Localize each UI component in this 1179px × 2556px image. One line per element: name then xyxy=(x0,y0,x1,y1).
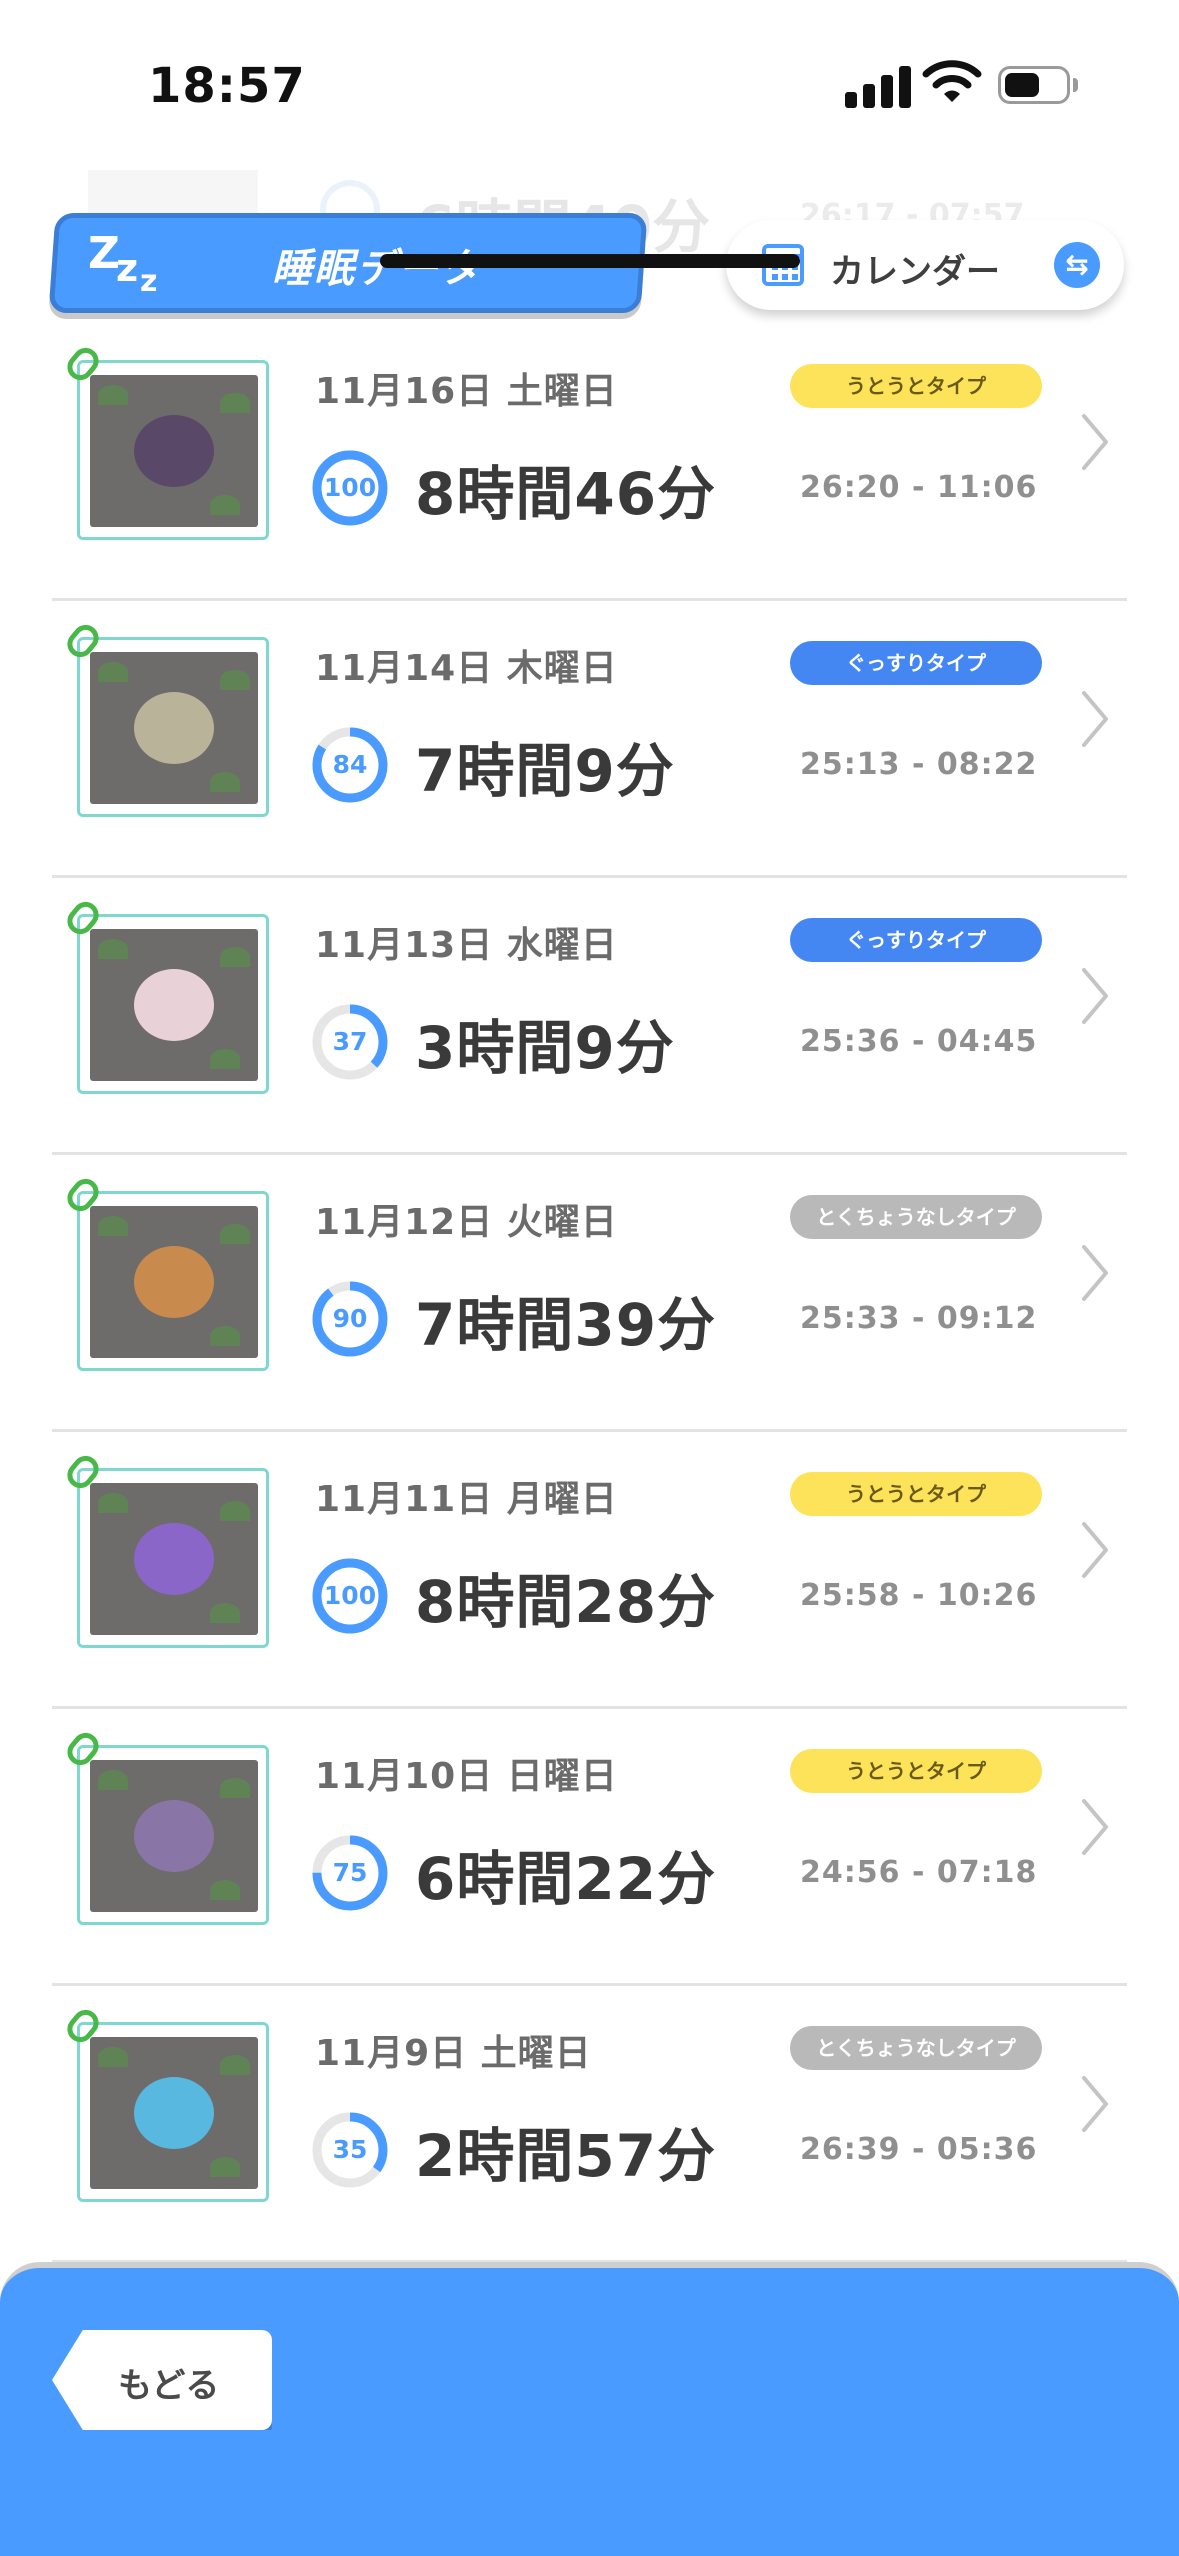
bottom-bar: もどる xyxy=(0,2262,1179,2556)
sleep-score-ring: 37 xyxy=(310,1002,390,1082)
sleep-type-badge: とくちょうなしタイプ xyxy=(790,1195,1042,1239)
sleep-type-badge: うとうとタイプ xyxy=(790,1749,1042,1793)
sleep-thumbnail xyxy=(62,619,269,817)
sleep-time-range: 24:56 - 07:18 xyxy=(800,1855,1038,1890)
status-time: 18:57 xyxy=(148,58,306,114)
chevron-right-icon xyxy=(1082,414,1108,470)
sleep-snapshot-image xyxy=(90,375,258,527)
chevron-right-icon xyxy=(1082,691,1108,747)
sleep-record-row[interactable]: 11月14日 木曜日 84 7時間9分 ぐっすりタイプ 25:13 - 08:2… xyxy=(0,601,1179,878)
sleep-score-ring: 90 xyxy=(310,1279,390,1359)
sleep-time-range: 25:36 - 04:45 xyxy=(800,1024,1038,1059)
back-button-label: もどる xyxy=(118,2366,220,2406)
sleep-duration: 8時間46分 xyxy=(415,460,717,528)
chevron-right-icon xyxy=(1082,1522,1108,1578)
sleep-type-badge: とくちょうなしタイプ xyxy=(790,2026,1042,2070)
sleep-snapshot-image xyxy=(90,1760,258,1912)
sleep-snapshot-image xyxy=(90,652,258,804)
sleep-score: 37 xyxy=(332,1027,368,1056)
sleep-thumbnail xyxy=(62,1173,269,1371)
sleep-time-range: 25:33 - 09:12 xyxy=(800,1301,1038,1336)
sleep-score-ring: 75 xyxy=(310,1833,390,1913)
record-date: 11月13日 水曜日 xyxy=(315,925,618,966)
sleep-time-range: 25:58 - 10:26 xyxy=(800,1578,1038,1613)
sleep-record-row[interactable]: 11月12日 火曜日 90 7時間39分 とくちょうなしタイプ 25:33 - … xyxy=(0,1155,1179,1432)
record-date: 11月11日 月曜日 xyxy=(315,1479,618,1520)
cellular-signal-icon xyxy=(845,62,925,108)
sleep-score: 100 xyxy=(323,473,377,502)
sleep-snapshot-image xyxy=(90,1483,258,1635)
sleep-type-badge: うとうとタイプ xyxy=(790,364,1042,408)
sleep-score: 35 xyxy=(332,2135,368,2164)
sleep-type-badge: うとうとタイプ xyxy=(790,1472,1042,1516)
sleep-type-badge: ぐっすりタイプ xyxy=(790,641,1042,685)
sleep-thumbnail xyxy=(62,896,269,1094)
sleep-thumbnail xyxy=(62,2004,269,2202)
sleep-time-range: 26:20 - 11:06 xyxy=(800,470,1038,505)
sleep-record-row[interactable]: 11月10日 日曜日 75 6時間22分 うとうとタイプ 24:56 - 07:… xyxy=(0,1709,1179,1986)
sleep-score: 90 xyxy=(332,1304,368,1333)
chevron-right-icon xyxy=(1082,1245,1108,1301)
sleep-record-row[interactable]: 11月11日 月曜日 100 8時間28分 うとうとタイプ 25:58 - 10… xyxy=(0,1432,1179,1709)
battery-icon xyxy=(998,66,1070,104)
status-bar: 18:57 xyxy=(0,0,1179,170)
sleep-score-ring: 100 xyxy=(310,448,390,528)
sleep-score-ring: 35 xyxy=(310,2110,390,2190)
sleep-type-badge: ぐっすりタイプ xyxy=(790,918,1042,962)
home-indicator[interactable] xyxy=(380,254,800,268)
sleep-duration: 2時間57分 xyxy=(415,2122,717,2190)
record-date: 11月16日 土曜日 xyxy=(315,371,618,412)
sleep-snapshot-image xyxy=(90,1206,258,1358)
sleep-score: 100 xyxy=(323,1581,377,1610)
sleep-thumbnail xyxy=(62,342,269,540)
sleep-score-ring: 84 xyxy=(310,725,390,805)
chevron-right-icon xyxy=(1082,968,1108,1024)
sleep-snapshot-image xyxy=(90,2037,258,2189)
sleep-duration: 7時間9分 xyxy=(415,737,675,805)
sleep-duration: 3時間9分 xyxy=(415,1014,675,1082)
chevron-right-icon xyxy=(1082,2076,1108,2132)
sleep-score: 75 xyxy=(332,1858,368,1887)
sleep-time-range: 25:13 - 08:22 xyxy=(800,747,1038,782)
sleep-duration: 8時間28分 xyxy=(415,1568,717,1636)
sleep-record-list: 11月16日 土曜日 100 8時間46分 うとうとタイプ 26:20 - 11… xyxy=(0,324,1179,2263)
record-date: 11月14日 木曜日 xyxy=(315,648,618,689)
record-date: 11月9日 土曜日 xyxy=(315,2033,592,2074)
sleep-duration: 6時間22分 xyxy=(415,1845,717,1913)
sleep-record-row[interactable]: 11月16日 土曜日 100 8時間46分 うとうとタイプ 26:20 - 11… xyxy=(0,324,1179,601)
back-button[interactable]: もどる xyxy=(52,2330,272,2430)
calendar-label: カレンダー xyxy=(830,252,1000,292)
sleep-time-range: 26:39 - 05:36 xyxy=(800,2132,1038,2167)
sleep-thumbnail xyxy=(62,1450,269,1648)
sleep-duration: 7時間39分 xyxy=(415,1291,717,1359)
sleep-record-row[interactable]: 11月9日 土曜日 35 2時間57分 とくちょうなしタイプ 26:39 - 0… xyxy=(0,1986,1179,2263)
swap-arrows-icon: ⇆ xyxy=(1054,242,1100,288)
sleep-score: 84 xyxy=(332,750,368,779)
sleep-record-row[interactable]: 11月13日 水曜日 37 3時間9分 ぐっすりタイプ 25:36 - 04:4… xyxy=(0,878,1179,1155)
sleep-score-ring: 100 xyxy=(310,1556,390,1636)
sleep-snapshot-image xyxy=(90,929,258,1081)
record-date: 11月12日 火曜日 xyxy=(315,1202,618,1243)
sleep-thumbnail xyxy=(62,1727,269,1925)
record-date: 11月10日 日曜日 xyxy=(315,1756,618,1797)
wifi-icon xyxy=(922,60,982,102)
chevron-right-icon xyxy=(1082,1799,1108,1855)
